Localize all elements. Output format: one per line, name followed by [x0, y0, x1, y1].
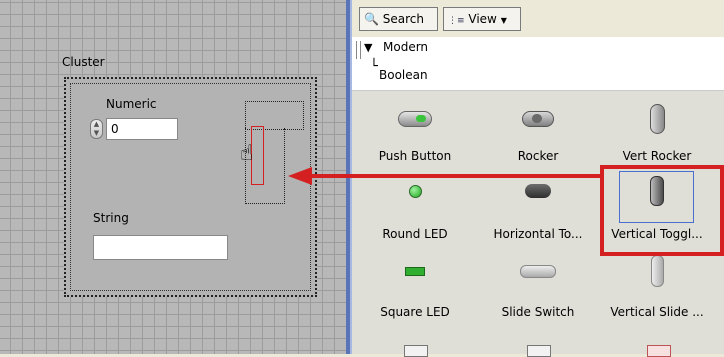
push-button-icon [398, 111, 432, 127]
hand-cursor-icon: ☝ [240, 141, 254, 166]
palette-item-horizontal-toggle[interactable]: Horizontal To... [483, 169, 593, 243]
palette-item-label: Push Button [378, 149, 452, 163]
vert-rocker-icon [649, 104, 665, 134]
palette-item-vert-rocker[interactable]: Vert Rocker [602, 91, 712, 165]
search-button-label: Search [382, 12, 425, 26]
palette-item-slide-switch[interactable]: Slide Switch [483, 247, 593, 321]
tree-branch-icon: └ [370, 59, 378, 74]
string-input[interactable] [93, 235, 228, 260]
numeric-input[interactable]: 0 [106, 118, 178, 140]
palette-item-label: Square LED [380, 305, 450, 319]
view-icon: ⋮≡ [448, 16, 465, 26]
vertical-slide-icon [650, 255, 664, 287]
search-button[interactable]: 🔍 Search [359, 7, 438, 31]
chevron-down-icon: ▼ [500, 16, 507, 25]
round-led-icon [408, 184, 422, 198]
palette-item-label: Horizontal To... [493, 227, 583, 241]
palette-item-label: Vertical Slide ... [610, 305, 704, 319]
view-button-label: View [468, 12, 497, 26]
partial-row-icon [647, 345, 671, 357]
palette-tree: ▼ Modern └ Boolean [352, 37, 724, 91]
tree-item-boolean[interactable]: Boolean [379, 68, 428, 82]
palette-item-label: Slide Switch [501, 305, 575, 319]
palette-item-label: Rocker [517, 149, 559, 163]
slide-switch-icon [520, 264, 556, 278]
cluster-label: Cluster [62, 55, 105, 69]
numeric-label: Numeric [106, 97, 157, 111]
palette-item-rocker[interactable]: Rocker [483, 91, 593, 165]
palette-item-label: Round LED [382, 227, 448, 241]
rocker-icon [522, 111, 554, 127]
expand-arrow-icon[interactable]: ▼ [364, 41, 372, 54]
palette-item-vertical-slide[interactable]: Vertical Slide ... [602, 247, 712, 321]
partial-row-icon [527, 345, 551, 357]
tree-pin-icon[interactable] [356, 41, 361, 59]
palette-item-label: Vert Rocker [622, 149, 692, 163]
annotation-highlight-box [600, 165, 724, 256]
string-label: String [93, 211, 129, 225]
view-button[interactable]: ⋮≡ View ▼ [443, 7, 521, 31]
palette-item-round-led[interactable]: Round LED [360, 169, 470, 243]
palette-item-push-button[interactable]: Push Button [360, 91, 470, 165]
increment-decrement-icon[interactable]: ▲ ▼ [90, 119, 103, 139]
front-panel[interactable]: Cluster Numeric ▲ ▼ 0 String ☝ [0, 0, 346, 354]
palette-toolbar: 🔍 Search ⋮≡ View ▼ [352, 0, 724, 37]
square-led-icon [405, 266, 425, 276]
horizontal-toggle-icon [525, 184, 551, 198]
partial-row-icon [404, 345, 428, 357]
search-icon: 🔍 [364, 12, 379, 26]
palette-item-square-led[interactable]: Square LED [360, 247, 470, 321]
tree-item-modern[interactable]: Modern [383, 40, 428, 54]
